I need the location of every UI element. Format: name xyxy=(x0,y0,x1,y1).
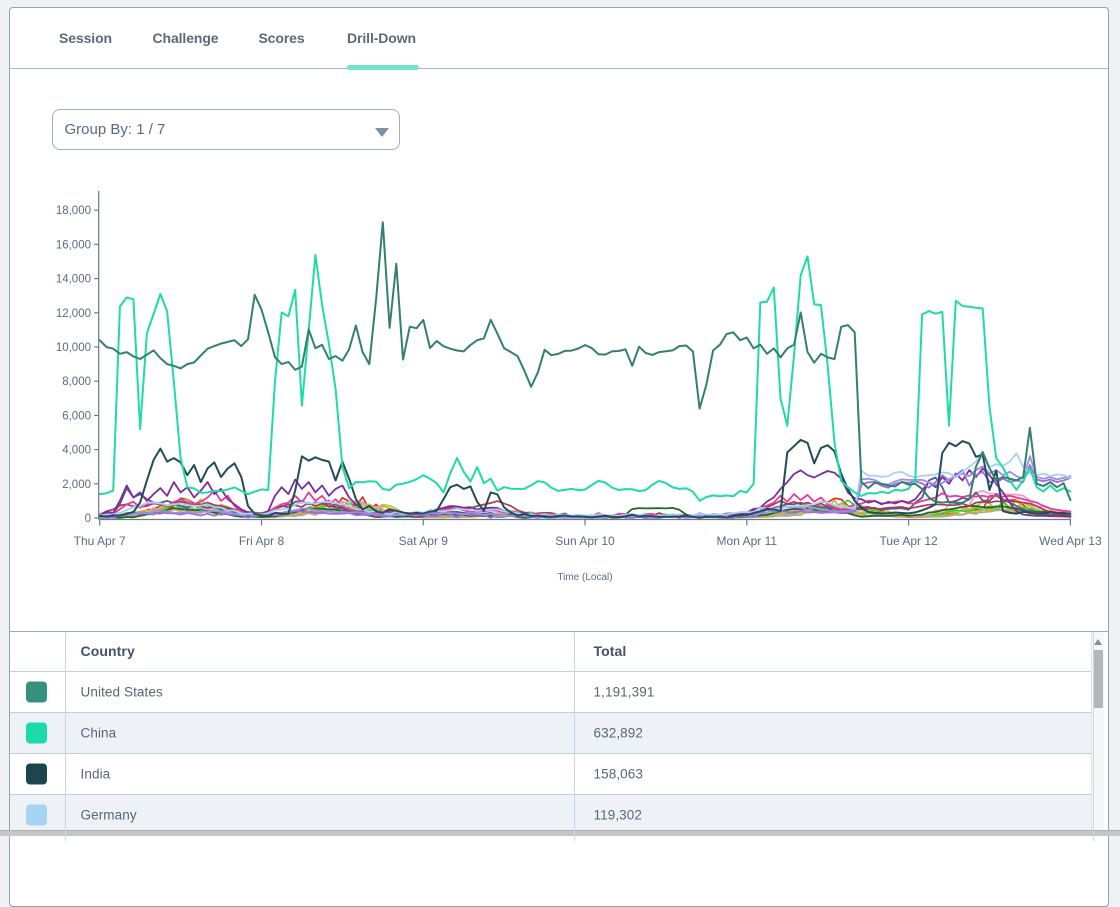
svg-text:18,000: 18,000 xyxy=(56,205,91,217)
svg-text:10,000: 10,000 xyxy=(56,342,91,354)
svg-text:Wed Apr 13: Wed Apr 13 xyxy=(1039,534,1102,548)
svg-text:6,000: 6,000 xyxy=(62,410,91,422)
svg-text:16,000: 16,000 xyxy=(56,239,91,251)
svg-text:Sun Apr 10: Sun Apr 10 xyxy=(555,534,615,548)
svg-text:14,000: 14,000 xyxy=(56,274,91,286)
svg-text:0: 0 xyxy=(85,513,91,525)
svg-text:4,000: 4,000 xyxy=(62,445,91,457)
svg-text:8,000: 8,000 xyxy=(62,376,91,388)
svg-text:Mon Apr 11: Mon Apr 11 xyxy=(717,534,778,548)
svg-text:Sat Apr 9: Sat Apr 9 xyxy=(399,534,449,548)
svg-text:Tue Apr 12: Tue Apr 12 xyxy=(879,534,938,548)
svg-text:Time (Local): Time (Local) xyxy=(557,572,612,583)
svg-text:Thu Apr 7: Thu Apr 7 xyxy=(74,534,126,548)
svg-text:Fri Apr 8: Fri Apr 8 xyxy=(239,534,285,548)
svg-text:12,000: 12,000 xyxy=(56,308,91,320)
svg-text:2,000: 2,000 xyxy=(62,479,91,491)
